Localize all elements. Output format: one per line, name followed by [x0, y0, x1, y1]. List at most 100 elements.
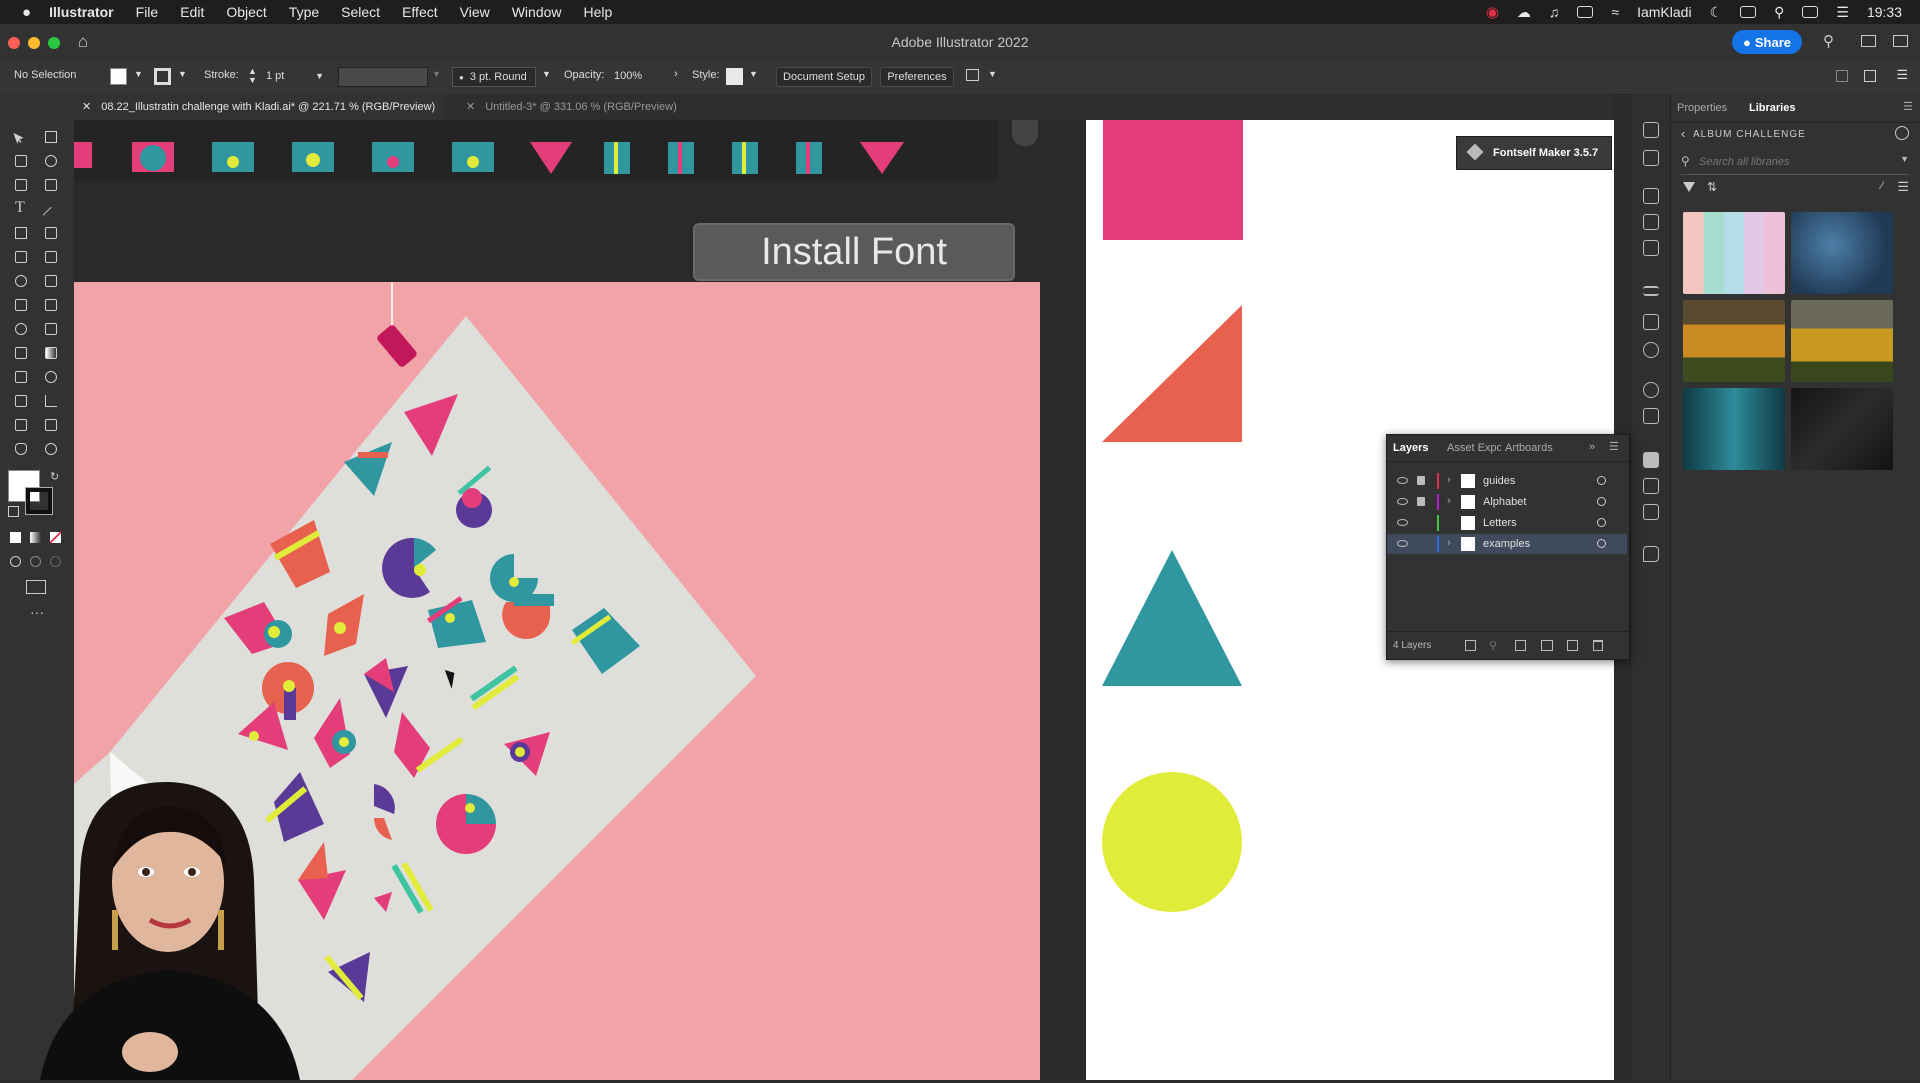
library-thumb-teal-fabric[interactable]	[1683, 388, 1785, 470]
symbol-sprayer-tool[interactable]	[12, 392, 30, 410]
close-tab-icon[interactable]: ✕	[82, 101, 91, 113]
spotlight-search-icon[interactable]: ⚲	[1774, 4, 1784, 21]
tab-asset-export[interactable]: Asset Expo	[1447, 442, 1501, 454]
tab-layers[interactable]: Layers	[1393, 442, 1428, 454]
layers-menu-icon[interactable]: ☰	[1609, 440, 1619, 453]
panel-toggle-icon[interactable]	[1893, 35, 1908, 47]
layer-name[interactable]: examples	[1483, 538, 1530, 550]
menu-help[interactable]: Help	[584, 4, 613, 20]
locate-object-icon[interactable]: ⚲	[1489, 639, 1497, 652]
search-icon[interactable]: ⚲	[1823, 32, 1834, 50]
symbols-icon[interactable]	[1643, 240, 1659, 256]
free-transform-tool[interactable]	[42, 296, 60, 314]
window-icon[interactable]	[1740, 6, 1757, 18]
eyedropper-tool[interactable]	[12, 368, 30, 386]
library-thumb-sunflower-1[interactable]	[1683, 300, 1785, 382]
share-button[interactable]: ● Share	[1732, 30, 1802, 54]
wifi-icon[interactable]: ≈	[1611, 4, 1619, 20]
arrange-icon[interactable]	[966, 69, 979, 81]
direct-selection-tool[interactable]	[42, 128, 60, 146]
export-icon[interactable]	[1643, 150, 1659, 166]
edit-icon[interactable]: ⁄	[1881, 180, 1883, 192]
list-view-icon[interactable]: ☰	[1897, 179, 1909, 195]
layer-name[interactable]: Letters	[1483, 517, 1517, 529]
stroke-dropdown-icon[interactable]: ▼	[178, 69, 187, 79]
eye-icon[interactable]	[1397, 540, 1408, 547]
collaborators-icon[interactable]	[1895, 126, 1909, 140]
control-center-icon[interactable]: ☰	[1836, 4, 1849, 21]
menu-type[interactable]: Type	[289, 4, 319, 20]
appearance-icon[interactable]	[1643, 382, 1659, 398]
menu-select[interactable]: Select	[341, 4, 380, 20]
clipping-mask-icon[interactable]	[1515, 640, 1526, 651]
sort-icon[interactable]: ⇅	[1707, 180, 1717, 194]
layers-panel-icon[interactable]	[1643, 452, 1659, 468]
gradient-panel-icon[interactable]	[1643, 314, 1659, 330]
clock[interactable]: 19:33	[1867, 4, 1902, 20]
menu-effect[interactable]: Effect	[402, 4, 438, 20]
brush-field[interactable]: ● 3 pt. Round	[452, 67, 536, 87]
menu-object[interactable]: Object	[226, 4, 266, 20]
install-font-button[interactable]: Install Font	[693, 223, 1015, 281]
blend-tool[interactable]	[42, 368, 60, 386]
screen-icon[interactable]	[1802, 6, 1819, 18]
user-name[interactable]: IamKladi	[1637, 4, 1691, 20]
menu-view[interactable]: View	[460, 4, 490, 20]
none-mode-icon[interactable]	[50, 532, 61, 543]
paintbrush-tool[interactable]	[42, 224, 60, 242]
draw-normal-icon[interactable]	[10, 556, 21, 567]
library-thumb-palette[interactable]	[1683, 212, 1785, 294]
variable-width-dropdown-icon[interactable]: ▼	[432, 69, 441, 79]
fill-dropdown-icon[interactable]: ▼	[134, 69, 143, 79]
layer-row-alphabet[interactable]: › Alphabet	[1387, 492, 1627, 512]
swap-colors-icon[interactable]: ↻	[50, 470, 59, 483]
new-layer-icon[interactable]	[1567, 640, 1578, 651]
hand-tool[interactable]	[12, 440, 30, 458]
gradient-tool[interactable]	[42, 344, 60, 362]
width-tool[interactable]	[12, 296, 30, 314]
tab-document-1[interactable]: ✕ 08.22_Illustratin challenge with Kladi.…	[74, 94, 446, 120]
layer-row-letters[interactable]: Letters	[1387, 513, 1627, 533]
eye-icon[interactable]	[1397, 519, 1408, 526]
artboard-tool[interactable]	[12, 416, 30, 434]
stroke-stepper-icon[interactable]: ▲ ▼	[248, 67, 257, 85]
eye-icon[interactable]	[1397, 498, 1408, 505]
transform-icon[interactable]	[1864, 70, 1876, 82]
expand-icon[interactable]: »	[1589, 441, 1595, 453]
creative-cloud-icon[interactable]: ◉	[1486, 3, 1499, 21]
scale-tool[interactable]	[42, 272, 60, 290]
column-graph-tool[interactable]	[42, 392, 60, 410]
menu-file[interactable]: File	[136, 4, 159, 20]
style-dropdown-icon[interactable]: ▼	[749, 69, 758, 79]
default-colors-icon[interactable]	[8, 506, 19, 517]
target-circle-icon[interactable]	[1597, 497, 1606, 506]
tab-libraries[interactable]: Libraries	[1749, 102, 1795, 114]
curvature-tool[interactable]	[42, 176, 60, 194]
opacity-arrow-icon[interactable]: ›	[674, 68, 678, 80]
library-search-input[interactable]	[1697, 152, 1881, 172]
apple-icon[interactable]: ●	[22, 4, 31, 21]
back-chevron-icon[interactable]: ‹	[1681, 126, 1685, 141]
transparency-icon[interactable]	[1643, 342, 1659, 358]
stroke-swatch[interactable]	[154, 68, 171, 85]
target-circle-icon[interactable]	[1597, 476, 1606, 485]
stroke-panel-icon[interactable]	[1643, 286, 1659, 296]
variable-width-field[interactable]	[338, 67, 428, 87]
fontself-panel[interactable]: Fontself Maker 3.5.7	[1456, 136, 1612, 170]
new-sublayer-icon[interactable]	[1541, 640, 1553, 651]
fill-swatch[interactable]	[110, 68, 127, 85]
shape-builder-tool[interactable]	[12, 320, 30, 338]
tab-properties[interactable]: Properties	[1677, 102, 1727, 114]
focus-moon-icon[interactable]: ☾	[1710, 4, 1723, 21]
target-circle-icon[interactable]	[1597, 539, 1606, 548]
export-icon[interactable]	[1465, 640, 1476, 651]
brushes-icon[interactable]	[1643, 214, 1659, 230]
zoom-tool[interactable]	[42, 440, 60, 458]
volume-icon[interactable]: ♫	[1549, 4, 1560, 20]
chevron-right-icon[interactable]: ›	[1447, 474, 1451, 486]
chevron-right-icon[interactable]: ›	[1447, 537, 1451, 549]
menu-edit[interactable]: Edit	[180, 4, 204, 20]
battery-icon[interactable]	[1577, 6, 1594, 18]
color-mode-icon[interactable]	[10, 532, 21, 543]
panel-menu-icon[interactable]: ☰	[1903, 100, 1913, 113]
